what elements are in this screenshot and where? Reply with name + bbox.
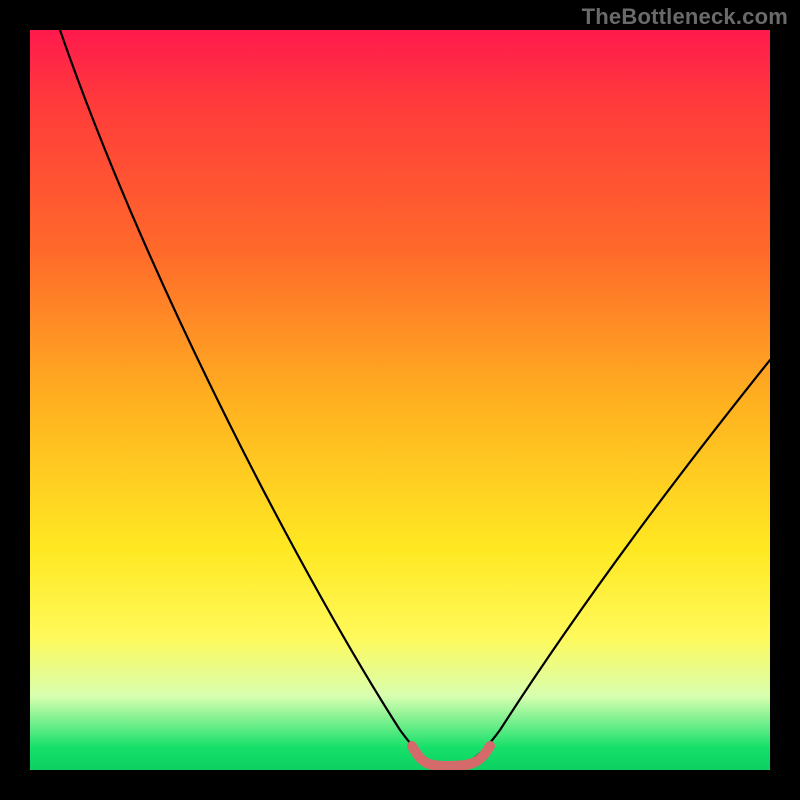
watermark-text: TheBottleneck.com xyxy=(582,4,788,30)
chart-frame: TheBottleneck.com xyxy=(0,0,800,800)
trough-marker xyxy=(412,746,490,766)
bottleneck-curve xyxy=(60,30,770,766)
curve-layer xyxy=(30,30,770,770)
